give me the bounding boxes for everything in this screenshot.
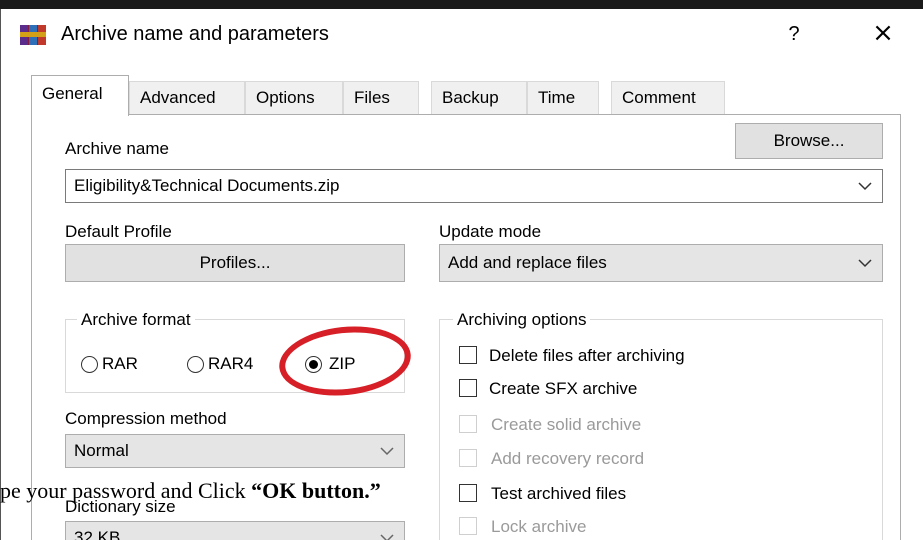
rar4-radio[interactable] <box>187 356 204 373</box>
rar4-label[interactable]: RAR4 <box>208 354 253 374</box>
dictionary-size-value: 32 KB <box>74 528 121 540</box>
tab-general[interactable]: General <box>31 75 129 116</box>
chevron-down-icon[interactable] <box>380 531 394 540</box>
close-button[interactable]: × <box>863 17 903 49</box>
tab-advanced[interactable]: Advanced <box>129 81 245 115</box>
test-archived-label[interactable]: Test archived files <box>491 484 626 504</box>
tab-files[interactable]: Files <box>343 81 419 115</box>
browse-button[interactable]: Browse... <box>735 123 883 159</box>
update-mode-combo[interactable]: Add and replace files <box>439 244 883 282</box>
compression-method-label: Compression method <box>65 409 227 428</box>
delete-files-checkbox[interactable] <box>459 346 477 364</box>
default-profile-label: Default Profile <box>65 222 172 241</box>
test-archived-checkbox[interactable] <box>459 484 477 502</box>
rar-label[interactable]: RAR <box>102 354 138 374</box>
archive-name-combo[interactable]: Eligibility&Technical Documents.zip <box>65 169 883 203</box>
instruction-bold: “OK button.” <box>251 478 381 503</box>
title-bar[interactable]: Archive name and parameters ? × <box>1 9 923 59</box>
update-mode-label: Update mode <box>439 222 542 241</box>
lock-archive-label: Lock archive <box>491 517 587 536</box>
create-solid-label: Create solid archive <box>491 415 642 434</box>
instruction-prefix: pe your password and Click <box>0 478 252 503</box>
lock-archive-checkbox <box>459 517 477 535</box>
create-solid-checkbox <box>459 415 477 433</box>
dictionary-size-combo[interactable]: 32 KB <box>65 521 405 540</box>
dialog-title: Archive name and parameters <box>61 23 329 45</box>
tab-comment[interactable]: Comment <box>611 81 725 115</box>
profiles-button[interactable]: Profiles... <box>65 244 405 282</box>
create-sfx-checkbox[interactable] <box>459 379 477 397</box>
update-mode-value: Add and replace files <box>448 253 607 272</box>
archive-name-label: Archive name <box>65 139 169 158</box>
archive-name-value: Eligibility&Technical Documents.zip <box>74 176 340 195</box>
winrar-icon <box>20 25 46 45</box>
tab-options[interactable]: Options <box>245 81 343 115</box>
tab-time[interactable]: Time <box>527 81 599 115</box>
recovery-record-label: Add recovery record <box>491 449 645 468</box>
archive-dialog: Archive name and parameters ? × General … <box>0 9 923 540</box>
rar-radio[interactable] <box>81 356 98 373</box>
archiving-options-title: Archiving options <box>453 310 591 330</box>
create-sfx-label[interactable]: Create SFX archive <box>489 379 637 399</box>
recovery-record-checkbox <box>459 449 477 467</box>
tab-backup[interactable]: Backup <box>431 81 527 115</box>
chevron-down-icon[interactable] <box>380 444 394 458</box>
window-top-frame <box>0 0 923 9</box>
help-button[interactable]: ? <box>779 19 809 49</box>
instruction-caption: pe your password and Click “OK button.” <box>0 478 381 504</box>
compression-method-value: Normal <box>74 441 129 460</box>
compression-method-combo[interactable]: Normal <box>65 434 405 468</box>
archive-format-title: Archive format <box>77 310 195 330</box>
delete-files-label[interactable]: Delete files after archiving <box>489 346 685 366</box>
chevron-down-icon[interactable] <box>858 179 872 193</box>
chevron-down-icon[interactable] <box>858 256 872 270</box>
